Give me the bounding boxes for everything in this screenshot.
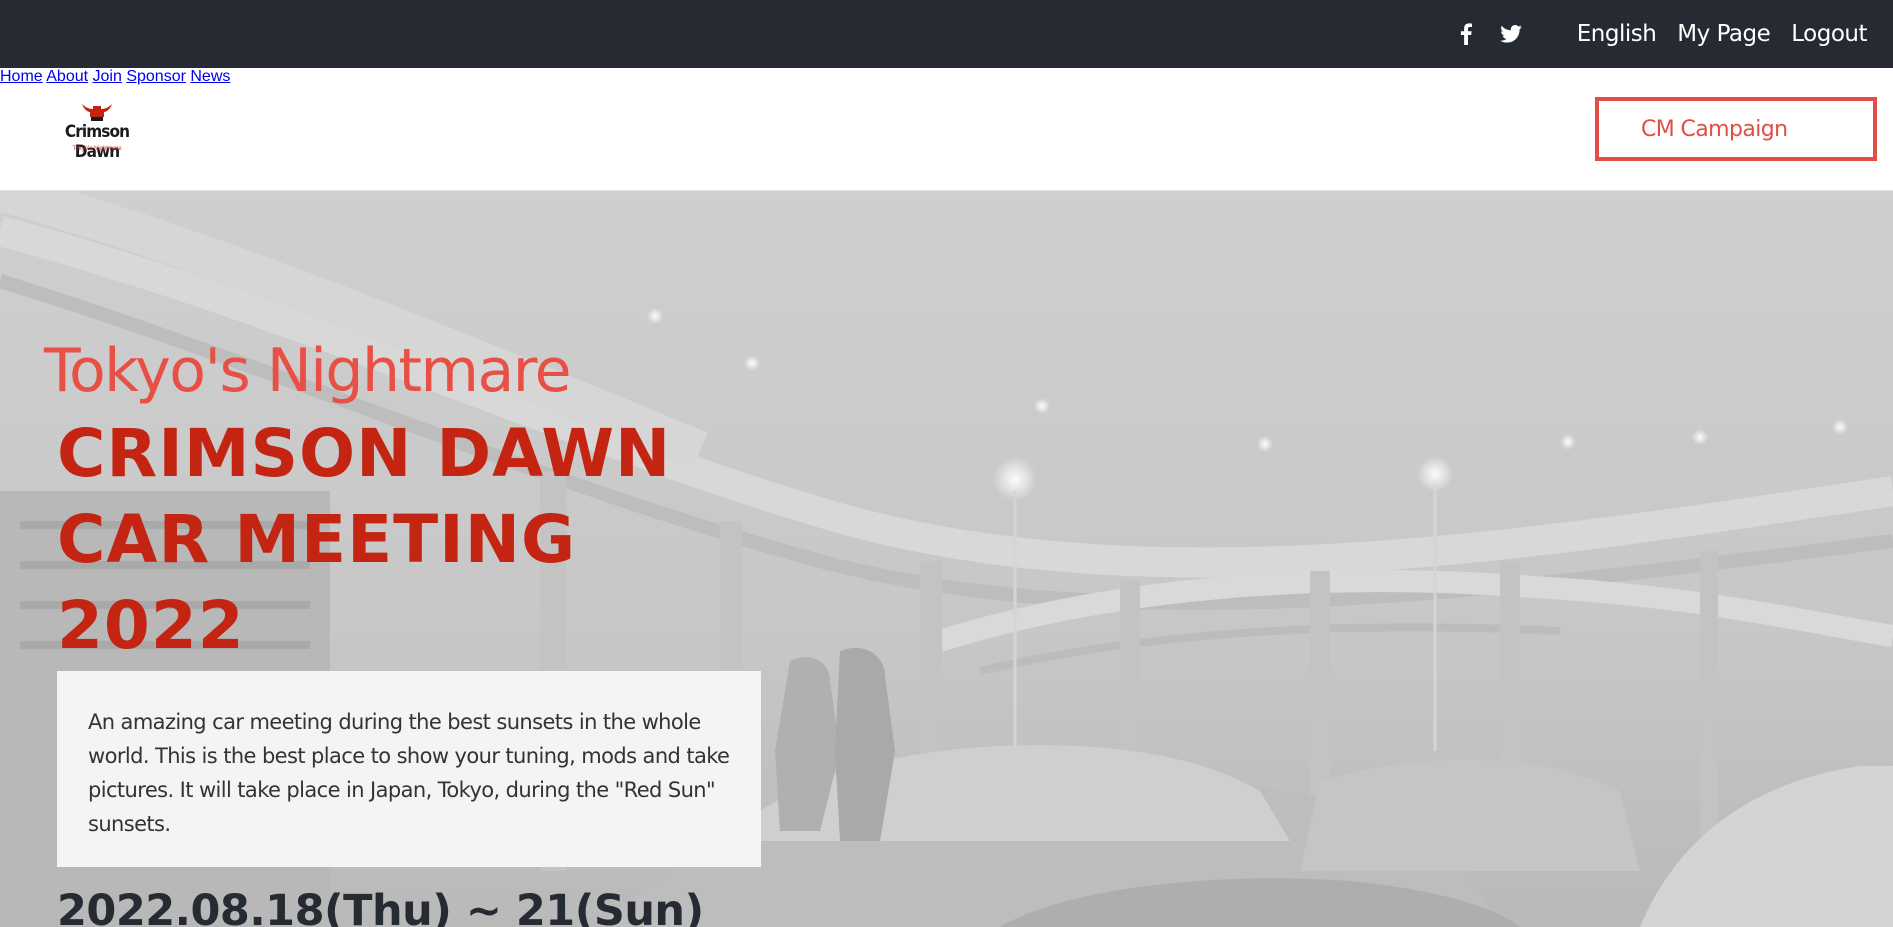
top-bar: English My Page Logout [0, 0, 1893, 68]
hero-title-line-1: CRIMSON DAWN [57, 415, 672, 492]
twitter-icon[interactable] [1499, 25, 1522, 43]
hero-section: Tokyo's Nightmare CRIMSON DAWN CAR MEETI… [0, 191, 1893, 927]
site-logo[interactable]: Crimson Dawn Tokyo's Nightmare [42, 102, 152, 162]
hero-title-line-2: CAR MEETING [57, 501, 577, 578]
nav-join[interactable]: Join [93, 68, 122, 85]
hero-title-line-3: 2022 [57, 587, 245, 664]
event-dates: 2022.08.18(Thu) ~ 21(Sun) [57, 886, 704, 927]
hero-description: An amazing car meeting during the best s… [88, 710, 730, 836]
facebook-icon[interactable] [1460, 23, 1472, 45]
social-links [1460, 23, 1522, 45]
nav-sponsor[interactable]: Sponsor [126, 68, 186, 85]
samurai-helmet-icon [82, 104, 112, 121]
logo-subtitle: Tokyo's Nightmare [72, 146, 122, 152]
hero-tagline: Tokyo's Nightmare [44, 336, 571, 406]
hero-description-box: An amazing car meeting during the best s… [57, 671, 761, 867]
logo-brand-text: Crimson Dawn [64, 122, 130, 162]
logout-link[interactable]: Logout [1791, 21, 1867, 47]
nav-about[interactable]: About [46, 68, 88, 85]
cm-campaign-button[interactable]: CM Campaign [1595, 97, 1877, 161]
main-header: Crimson Dawn Tokyo's Nightmare Home Abou… [0, 68, 1893, 191]
nav-news[interactable]: News [190, 68, 230, 85]
nav-home[interactable]: Home [0, 68, 43, 85]
my-page-link[interactable]: My Page [1677, 21, 1770, 47]
language-link[interactable]: English [1577, 21, 1657, 47]
primary-nav: Home About Join Sponsor News [0, 68, 1893, 86]
